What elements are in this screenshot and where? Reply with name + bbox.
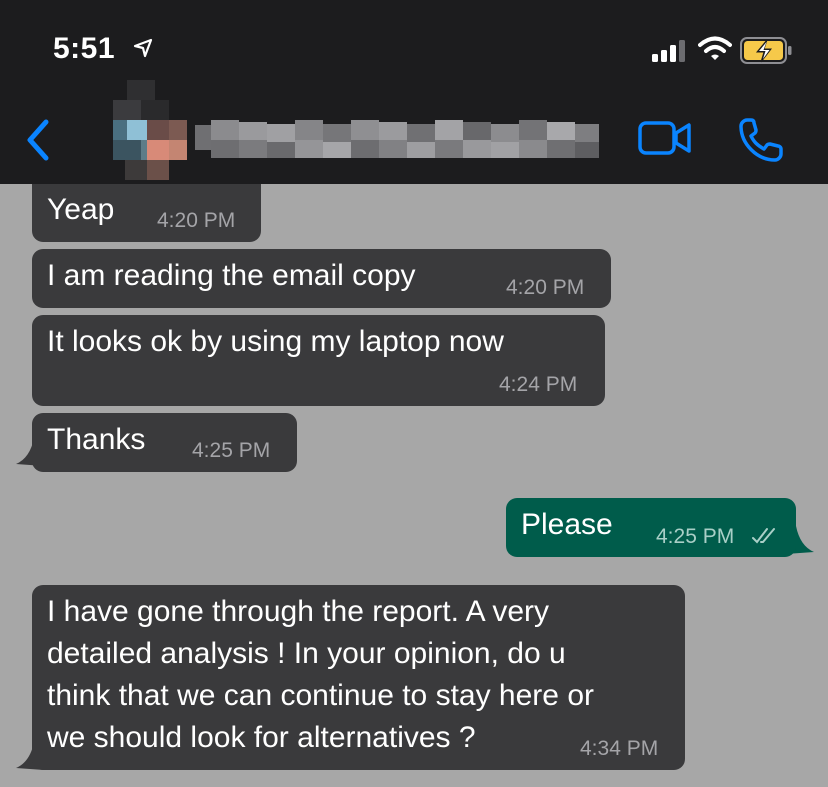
message-bubble-incoming[interactable]: It looks ok by using my laptop now 4:24 … [32, 315, 605, 406]
back-chevron-icon[interactable] [24, 118, 52, 162]
message-bubble-incoming[interactable]: I have gone through the report. A very d… [32, 585, 685, 770]
chat-header: 5:51 [0, 0, 828, 184]
message-text-line: think that we can continue to stay here … [47, 679, 594, 712]
message-timestamp: 4:20 PM [157, 209, 236, 232]
message-text: It looks ok by using my laptop now [47, 325, 504, 358]
message-text: Yeap [47, 193, 115, 226]
message-bubble-incoming[interactable]: Thanks 4:25 PM [32, 413, 297, 472]
message-timestamp: 4:20 PM [506, 276, 585, 299]
message-text-line: I have gone through the report. A very [47, 595, 550, 628]
message-text: I am reading the email copy [47, 259, 416, 292]
contact-name-pixelated[interactable] [95, 80, 605, 180]
wifi-icon [698, 36, 732, 60]
message-timestamp: 4:24 PM [499, 373, 578, 396]
message-bubble-incoming[interactable]: I am reading the email copy 4:20 PM [32, 249, 611, 308]
message-text: Please [521, 508, 613, 541]
message-bubble-incoming[interactable]: Yeap 4:20 PM [32, 184, 261, 242]
message-text-line: we should look for alternatives ? [47, 721, 476, 754]
message-timestamp: 4:25 PM [656, 525, 735, 548]
message-text: Thanks [47, 423, 146, 456]
message-text-line: detailed analysis ! In your opinion, do … [47, 637, 566, 670]
message-timestamp: 4:34 PM [580, 737, 659, 760]
status-time: 5:51 [53, 32, 116, 65]
video-call-icon[interactable] [638, 119, 692, 157]
phone-call-icon[interactable] [738, 117, 784, 163]
message-bubble-outgoing[interactable]: Please 4:25 PM [506, 498, 796, 557]
location-arrow-icon [133, 38, 153, 58]
message-timestamp: 4:25 PM [192, 439, 271, 462]
read-receipt-icon [752, 528, 775, 544]
cellular-signal-icon [652, 40, 685, 62]
battery-charging-icon [740, 37, 792, 64]
